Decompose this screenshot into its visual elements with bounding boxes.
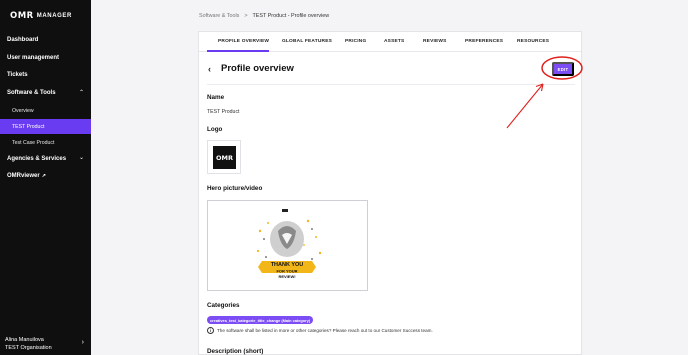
- tab-preferences[interactable]: PREFERENCES: [465, 39, 503, 44]
- tab-profile-overview[interactable]: PROFILE OVERVIEW: [218, 39, 269, 44]
- tab-assets[interactable]: ASSETS: [384, 39, 404, 44]
- chevron-left-icon[interactable]: ‹: [208, 64, 211, 74]
- chevron-right-icon[interactable]: ›: [82, 339, 84, 346]
- breadcrumb: Software & Tools > TEST Product - Profile …: [199, 13, 329, 19]
- hero-picture: THANK YOU FOR YOUR REVIEW!: [207, 200, 368, 291]
- tab-reviews[interactable]: REVIEWS: [423, 39, 447, 44]
- app-root: OMR MANAGER Dashboard User management Ti…: [0, 0, 688, 355]
- info-icon: i: [207, 327, 214, 334]
- product-logo-image: OMR: [213, 146, 236, 169]
- tab-global-features[interactable]: GLOBAL FEATURES: [282, 39, 332, 44]
- omr-manager-logo[interactable]: OMR MANAGER: [10, 11, 72, 21]
- tab-pricing[interactable]: PRICING: [345, 39, 366, 44]
- sidebar-subitem-overview[interactable]: Overview: [12, 108, 34, 114]
- logo-mark: OMR: [10, 11, 34, 21]
- sidebar-item-dashboard[interactable]: Dashboard: [7, 37, 38, 43]
- sidebar-subitem-test-product[interactable]: TEST Product: [12, 124, 44, 130]
- hero-illustration: THANK YOU FOR YOUR REVIEW!: [256, 209, 322, 279]
- header-divider: [207, 84, 575, 85]
- category-info-text: The software shall be listed in more or …: [217, 328, 433, 333]
- external-link-icon: ↗: [41, 173, 46, 179]
- user-profile[interactable]: Alina Manuilova TEST Organisation: [5, 336, 52, 352]
- chevron-up-icon[interactable]: ⌃: [79, 89, 84, 96]
- logo-label: Logo: [207, 126, 223, 133]
- tab-bar: PROFILE OVERVIEW GLOBAL FEATURES PRICING…: [199, 32, 581, 52]
- page-title: Profile overview: [221, 63, 294, 74]
- user-organisation: TEST Organisation: [5, 345, 52, 351]
- breadcrumb-parent[interactable]: Software & Tools: [199, 13, 239, 19]
- edit-button[interactable]: EDIT: [552, 62, 574, 76]
- name-value: TEST Product: [207, 109, 240, 115]
- hero-text-line-2: FOR YOUR: [276, 269, 297, 274]
- profile-card: PROFILE OVERVIEW GLOBAL FEATURES PRICING…: [198, 31, 582, 355]
- hero-text-line-3: REVIEW!: [278, 274, 295, 279]
- sidebar-item-tickets[interactable]: Tickets: [7, 72, 28, 78]
- description-short-label: Description (short): [207, 348, 264, 355]
- breadcrumb-separator: >: [244, 13, 248, 19]
- logo-text: MANAGER: [36, 13, 72, 19]
- category-info: i The software shall be listed in more o…: [207, 327, 433, 334]
- product-logo-frame: OMR: [207, 140, 241, 174]
- sidebar-item-omrviewer[interactable]: OMRviewer ↗: [7, 173, 46, 179]
- chevron-down-icon[interactable]: ⌄: [79, 154, 84, 161]
- tab-resources[interactable]: RESOURCES: [517, 39, 549, 44]
- category-badge: creatives_test_kategorie_title_change (M…: [207, 316, 314, 324]
- omrviewer-label: OMRviewer: [7, 173, 40, 179]
- sidebar-item-agencies-services[interactable]: Agencies & Services: [7, 156, 66, 162]
- active-tab-indicator: [207, 50, 269, 52]
- sidebar-subitem-test-case-product[interactable]: Test Case Product: [12, 140, 54, 146]
- breadcrumb-current: TEST Product - Profile overview: [252, 13, 330, 19]
- sidebar-item-software-tools[interactable]: Software & Tools: [7, 90, 56, 96]
- name-label: Name: [207, 94, 225, 101]
- hero-text-line-1: THANK YOU: [271, 262, 304, 268]
- sidebar: OMR MANAGER Dashboard User management Ti…: [0, 0, 91, 355]
- user-name: Alina Manuilova: [5, 337, 44, 343]
- hero-label: Hero picture/video: [207, 185, 263, 192]
- sidebar-item-user-management[interactable]: User management: [7, 55, 59, 61]
- categories-label: Categories: [207, 302, 240, 309]
